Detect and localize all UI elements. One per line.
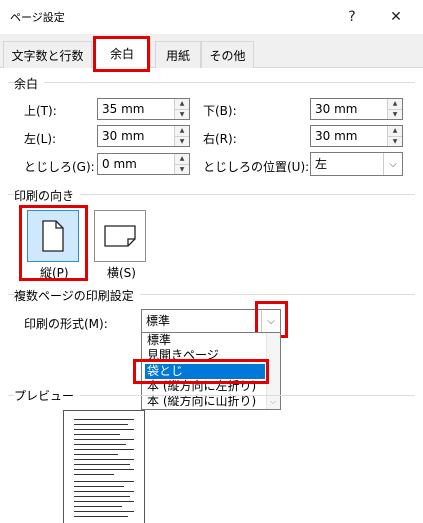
margins-section-line xyxy=(8,82,415,83)
spin-up-icon[interactable]: ▲ xyxy=(175,126,189,137)
tab-other[interactable]: その他 xyxy=(201,41,254,68)
gutter-stepper[interactable]: 0 mm ▲ ▼ xyxy=(97,153,190,175)
preview-text-line xyxy=(74,496,130,497)
close-button[interactable]: ✕ xyxy=(376,0,416,34)
preview-text-line xyxy=(74,501,134,502)
preview-text-line xyxy=(74,449,134,450)
spin-down-icon[interactable]: ▼ xyxy=(388,136,402,146)
option-book-mountain-fold[interactable]: 本 (縦方向に山折り) xyxy=(145,394,265,409)
gutter-value: 0 mm xyxy=(102,157,137,171)
spin-down-icon[interactable]: ▼ xyxy=(388,109,402,119)
preview-text-line xyxy=(74,516,128,517)
scroll-down-icon[interactable]: ⌵ xyxy=(270,397,276,407)
preview-text-line xyxy=(74,511,134,512)
highlight-box-portrait xyxy=(19,205,88,281)
option-standard[interactable]: 標準 xyxy=(145,333,265,348)
preview-text-line xyxy=(74,429,134,430)
highlight-box-tab xyxy=(93,36,150,72)
help-button[interactable]: ? xyxy=(332,0,372,34)
preview-text-line xyxy=(74,491,134,492)
landscape-page-icon xyxy=(104,225,136,247)
left-margin-label: 左(L): xyxy=(24,132,57,146)
multiple-pages-section-label: 複数ページの印刷設定 xyxy=(14,287,140,304)
spin-down-icon[interactable]: ▼ xyxy=(175,164,189,174)
spin-up-icon[interactable]: ▲ xyxy=(175,154,189,165)
left-margin-value: 30 mm xyxy=(102,129,145,143)
tab-paper[interactable]: 用紙 xyxy=(155,41,201,68)
preview-text-line xyxy=(74,434,120,435)
preview-section-label: プレビュー xyxy=(14,387,81,404)
gutter-position-value: 左 xyxy=(315,157,328,171)
spin-up-icon[interactable]: ▲ xyxy=(175,99,189,110)
preview-text-line xyxy=(74,419,134,420)
bottom-margin-stepper[interactable]: 30 mm ▲ ▼ xyxy=(310,98,403,120)
spin-up-icon[interactable]: ▲ xyxy=(388,126,402,137)
spin-down-icon[interactable]: ▼ xyxy=(175,109,189,119)
preview-page xyxy=(63,410,145,523)
spin-down-icon[interactable]: ▼ xyxy=(175,136,189,146)
print-format-value: 標準 xyxy=(146,314,171,328)
preview-text-line xyxy=(74,424,128,425)
preview-text-line xyxy=(74,459,134,460)
preview-text-line xyxy=(74,439,134,440)
right-margin-label: 右(R): xyxy=(203,132,237,146)
chevron-down-icon[interactable]: ⌵ xyxy=(383,153,402,175)
bottom-margin-value: 30 mm xyxy=(315,102,358,116)
landscape-button[interactable] xyxy=(94,210,146,262)
top-margin-label: 上(T): xyxy=(24,104,57,118)
preview-text-line xyxy=(74,474,114,475)
spin-up-icon[interactable]: ▲ xyxy=(388,99,402,110)
preview-text-line xyxy=(74,444,126,445)
right-margin-value: 30 mm xyxy=(315,129,358,143)
left-margin-stepper[interactable]: 30 mm ▲ ▼ xyxy=(97,125,190,147)
gutter-position-select[interactable]: 左 ⌵ xyxy=(310,152,403,176)
tab-characters-lines[interactable]: 文字数と行数 xyxy=(3,41,92,68)
top-margin-stepper[interactable]: 35 mm ▲ ▼ xyxy=(97,98,190,120)
preview-text-line xyxy=(74,454,118,455)
highlight-box-option xyxy=(133,359,269,384)
preview-text-line xyxy=(74,469,134,470)
bottom-margin-label: 下(B): xyxy=(203,104,237,118)
preview-text-line xyxy=(74,481,134,482)
orientation-section-label: 印刷の向き xyxy=(14,187,81,204)
preview-text-line xyxy=(74,464,130,465)
gutter-label: とじしろ(G): xyxy=(24,160,95,174)
preview-text-line xyxy=(74,506,122,507)
gutter-position-label: とじしろの位置(U): xyxy=(203,160,310,174)
margins-section-label: 余白 xyxy=(14,75,45,92)
preview-text-line xyxy=(74,486,124,487)
landscape-label: 横(S) xyxy=(107,266,136,280)
window-title: ページ設定 xyxy=(10,11,65,24)
print-format-label: 印刷の形式(M): xyxy=(24,317,108,331)
right-margin-stepper[interactable]: 30 mm ▲ ▼ xyxy=(310,125,403,147)
top-margin-value: 35 mm xyxy=(102,102,145,116)
